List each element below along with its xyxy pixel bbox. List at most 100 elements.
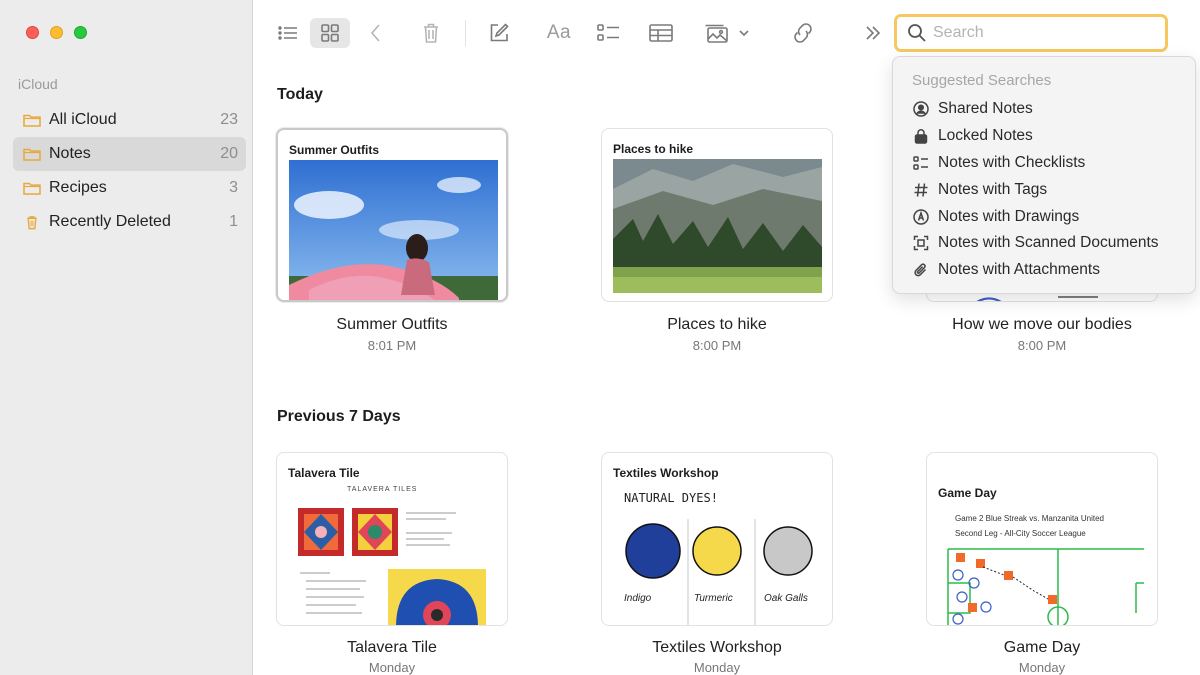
- window-controls: [26, 26, 87, 39]
- sidebar-item-count: 20: [220, 145, 238, 162]
- note-thumbnail-heading: NATURAL DYES!: [624, 491, 718, 505]
- note-time: Monday: [368, 660, 416, 675]
- close-window-button[interactable]: [26, 26, 39, 39]
- sidebar: iCloud All iCloud 23 Notes 20 Recipes 3 …: [0, 0, 253, 675]
- sidebar-item-recently-deleted[interactable]: Recently Deleted 1: [13, 205, 246, 239]
- suggestion-label: Shared Notes: [938, 100, 1033, 118]
- format-button[interactable]: Aa: [542, 18, 576, 48]
- folder-icon: [23, 148, 41, 161]
- note-card-summer-outfits[interactable]: Summer Outfits: [276, 128, 508, 302]
- suggested-searches-header: Suggested Searches: [912, 72, 1052, 89]
- pencil-circle-icon: [913, 208, 929, 225]
- folder-list: All iCloud 23 Notes 20 Recipes 3 Recentl…: [13, 103, 246, 239]
- sidebar-item-recipes[interactable]: Recipes 3: [13, 171, 246, 205]
- sidebar-item-count: 3: [229, 179, 238, 196]
- suggestion-checklists[interactable]: Notes with Checklists: [912, 150, 1185, 177]
- sidebar-item-label: Recipes: [49, 179, 107, 196]
- table-button[interactable]: [646, 18, 676, 48]
- sidebar-item-count: 23: [220, 111, 238, 128]
- note-thumbnail-tiles: [298, 508, 486, 625]
- note-thumbnail-line: Second Leg - All-City Soccer League: [955, 529, 1086, 538]
- photo-icon: [705, 24, 728, 43]
- more-toolbar-button[interactable]: [862, 18, 884, 48]
- suggested-searches-popover: Suggested Searches Shared Notes Locked N…: [892, 56, 1196, 294]
- delete-button[interactable]: [418, 18, 444, 48]
- suggestion-attachments[interactable]: Notes with Attachments: [912, 257, 1185, 284]
- suggested-searches-list: Shared Notes Locked Notes Notes with Che…: [912, 96, 1185, 284]
- note-thumbnail-photo: [289, 160, 498, 300]
- suggestion-locked-notes[interactable]: Locked Notes: [912, 123, 1185, 150]
- note-thumbnail-heading: TALAVERA TILES: [347, 486, 418, 493]
- media-button[interactable]: [702, 18, 752, 48]
- double-chevron-right-icon: [866, 26, 881, 40]
- sidebar-item-notes[interactable]: Notes 20: [13, 137, 246, 171]
- note-name: Places to hike: [667, 316, 767, 333]
- suggestion-label: Locked Notes: [938, 127, 1033, 145]
- toolbar-divider: [465, 20, 466, 46]
- sidebar-section-label: iCloud: [18, 76, 58, 92]
- suggestion-shared-notes[interactable]: Shared Notes: [912, 96, 1185, 123]
- note-thumbnail-line: Game 2 Blue Streak vs. Manzanita United: [955, 514, 1104, 523]
- note-card-title: Textiles Workshop: [613, 466, 719, 480]
- note-card-talavera-tile[interactable]: Talavera Tile TALAVERA TILES: [276, 452, 508, 626]
- collaborate-button[interactable]: [788, 18, 818, 48]
- section-title-today: Today: [277, 86, 323, 103]
- sidebar-item-label: Notes: [49, 145, 91, 162]
- list-view-button[interactable]: [274, 18, 302, 48]
- note-thumbnail-dyes: [625, 519, 813, 625]
- chevron-down-icon: [739, 30, 749, 37]
- grid-icon: [321, 24, 339, 42]
- suggestion-label: Notes with Checklists: [938, 153, 1086, 171]
- note-thumbnail-field: [947, 548, 1144, 625]
- dye-label-indigo: Indigo: [624, 593, 652, 604]
- search-input[interactable]: [933, 24, 1153, 42]
- lock-icon: [914, 129, 928, 144]
- note-card-places-to-hike[interactable]: Places to hike: [601, 128, 833, 302]
- paperclip-icon: [914, 263, 927, 277]
- trash-icon: [27, 215, 37, 229]
- gallery-view-button[interactable]: [310, 18, 350, 48]
- note-card-title: Places to hike: [613, 142, 694, 156]
- note-time: 8:01 PM: [367, 338, 417, 353]
- folder-icon: [23, 182, 41, 195]
- suggestion-label: Notes with Scanned Documents: [938, 234, 1159, 252]
- table-icon: [649, 24, 673, 42]
- note-time: Monday: [1018, 660, 1066, 675]
- checklist-icon: [597, 24, 619, 41]
- note-name: Textiles Workshop: [652, 639, 782, 656]
- suggestion-drawings[interactable]: Notes with Drawings: [912, 203, 1185, 230]
- sidebar-item-count: 1: [229, 213, 238, 230]
- suggestion-tags[interactable]: Notes with Tags: [912, 176, 1185, 203]
- checklist-button[interactable]: [595, 18, 623, 48]
- note-card-title: Game Day: [938, 486, 997, 500]
- note-name: Game Day: [1003, 639, 1081, 656]
- suggestion-label: Notes with Drawings: [938, 207, 1080, 225]
- suggestion-scanned-documents[interactable]: Notes with Scanned Documents: [912, 230, 1185, 257]
- note-name: Talavera Tile: [347, 639, 437, 656]
- dye-label-turmeric: Turmeric: [694, 593, 733, 604]
- note-card-title: Talavera Tile: [288, 466, 360, 480]
- dye-label-oak-galls: Oak Galls: [764, 593, 808, 604]
- suggestion-label: Notes with Tags: [938, 180, 1048, 198]
- note-card-textiles-workshop[interactable]: Textiles Workshop NATURAL DYES! Indigo T…: [601, 452, 833, 626]
- note-time: Monday: [693, 660, 741, 675]
- search-icon: [908, 24, 926, 42]
- maximize-window-button[interactable]: [74, 26, 87, 39]
- sidebar-item-all-icloud[interactable]: All iCloud 23: [13, 103, 246, 137]
- note-card-game-day[interactable]: Game Day Game 2 Blue Streak vs. Manzanit…: [926, 452, 1158, 626]
- new-note-button[interactable]: [486, 18, 512, 48]
- sidebar-item-label: All iCloud: [49, 111, 117, 128]
- trash-icon: [424, 23, 438, 43]
- note-name: Summer Outfits: [336, 316, 448, 333]
- note-card-title: Summer Outfits: [289, 143, 380, 157]
- chevron-left-icon: [370, 24, 380, 42]
- back-button[interactable]: [364, 18, 388, 48]
- note-name: How we move our bodies: [952, 316, 1132, 333]
- note-time: 8:00 PM: [1017, 338, 1067, 353]
- scan-icon: [913, 236, 929, 251]
- folder-icon: [23, 114, 41, 127]
- minimize-window-button[interactable]: [50, 26, 63, 39]
- sidebar-item-label: Recently Deleted: [49, 213, 171, 230]
- note-time: 8:00 PM: [692, 338, 742, 353]
- search-field[interactable]: [894, 14, 1168, 52]
